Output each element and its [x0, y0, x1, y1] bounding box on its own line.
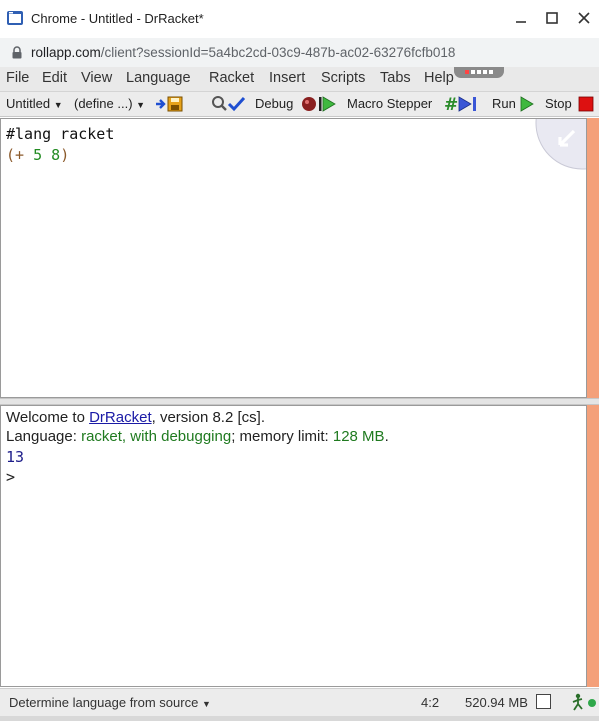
running-status-icon [572, 693, 596, 711]
save-icon[interactable] [155, 96, 185, 112]
svg-text:#: # [444, 95, 458, 113]
menu-tabs[interactable]: Tabs [380, 70, 411, 86]
chevron-down-icon: ▼ [53, 100, 63, 110]
interactions-scrollbar[interactable] [587, 405, 599, 687]
code-number: 8 [51, 146, 61, 164]
define-dropdown-label: (define ...) [74, 96, 133, 111]
language-prefix: Language: [6, 428, 82, 445]
macro-stepper-icon[interactable]: # [444, 95, 482, 113]
lock-icon [12, 46, 22, 59]
stop-icon[interactable] [578, 96, 594, 112]
gc-checkbox[interactable] [536, 694, 551, 709]
rollapp-panel-handle[interactable] [454, 67, 504, 78]
memory-limit-value: 128 MB [332, 428, 385, 445]
debug-icon[interactable] [301, 95, 337, 113]
language-name: racket, with debugging [81, 428, 232, 445]
menubar: File Edit View Language Racket Insert Sc… [0, 67, 599, 92]
window-title: Chrome - Untitled - DrRacket* [31, 11, 204, 26]
address-bar[interactable]: rollapp.com/client?sessionId=5a4bc2cd-03… [0, 38, 599, 68]
taskbar-edge [0, 716, 599, 721]
code-line-1: #lang racket [6, 125, 115, 143]
code-close-paren: ) [60, 146, 70, 164]
define-dropdown[interactable]: (define ...) ▼ [74, 96, 145, 111]
menu-insert[interactable]: Insert [269, 70, 305, 86]
chrome-app-icon [7, 11, 23, 25]
menu-help[interactable]: Help [424, 70, 454, 86]
toolbar: Untitled ▼ (define ...) ▼ Debug Macro St… [0, 92, 599, 117]
language-selector[interactable]: Determine language from source ▼ [9, 695, 211, 710]
drracket-link[interactable]: DrRacket [89, 409, 152, 426]
chevron-down-icon: ▼ [201, 699, 211, 709]
language-info: Language: racket, with debugging; memory… [6, 428, 389, 445]
close-icon[interactable] [575, 9, 593, 27]
run-button[interactable]: Run [492, 96, 516, 111]
definitions-scrollbar[interactable] [587, 118, 599, 398]
chevron-down-icon: ▼ [136, 100, 146, 110]
status-bar: Determine language from source ▼ 4:2 520… [0, 688, 599, 717]
window-titlebar: Chrome - Untitled - DrRacket* [0, 0, 599, 38]
welcome-suffix: , version 8.2 [cs]. [151, 409, 265, 426]
run-icon[interactable] [519, 95, 535, 113]
maximize-icon[interactable] [543, 9, 561, 27]
magnifier-corner-icon[interactable] [534, 119, 586, 171]
welcome-prefix: Welcome to [6, 409, 90, 426]
interactions-pane[interactable]: Welcome to DrRacket, version 8.2 [cs]. L… [0, 405, 587, 687]
menu-language[interactable]: Language [126, 70, 191, 86]
macro-stepper-button[interactable]: Macro Stepper [347, 96, 432, 111]
welcome-message: Welcome to DrRacket, version 8.2 [cs]. [6, 409, 265, 426]
menu-edit[interactable]: Edit [42, 70, 67, 86]
code-number: 5 [33, 146, 43, 164]
file-dropdown-label: Untitled [6, 96, 51, 111]
cursor-position: 4:2 [421, 695, 440, 710]
memory-limit-prefix: ; memory limit: [231, 428, 333, 445]
url-text[interactable]: rollapp.com/client?sessionId=5a4bc2cd-03… [31, 45, 455, 60]
stop-button[interactable]: Stop [545, 96, 572, 111]
url-host: rollapp.com [31, 45, 101, 60]
code-line-2: (+ 5 8) [6, 146, 69, 164]
minimize-icon[interactable] [512, 9, 530, 27]
menu-scripts[interactable]: Scripts [321, 70, 365, 86]
menu-view[interactable]: View [81, 70, 112, 86]
pane-splitter[interactable] [0, 398, 599, 405]
file-dropdown[interactable]: Untitled ▼ [6, 96, 63, 111]
memory-limit-suffix: . [384, 428, 389, 445]
eval-result: 13 [6, 448, 25, 466]
menu-file[interactable]: File [6, 70, 29, 86]
check-syntax-icon[interactable] [211, 95, 245, 113]
debug-button[interactable]: Debug [255, 96, 293, 111]
url-path: /client?sessionId=5a4bc2cd-03c9-487b-ac0… [100, 45, 456, 60]
repl-prompt[interactable]: > [6, 468, 15, 486]
definitions-editor[interactable]: #lang racket (+ 5 8) [0, 118, 587, 398]
code-open-paren: (+ [6, 146, 34, 164]
language-selector-label: Determine language from source [9, 695, 199, 710]
menu-racket[interactable]: Racket [209, 70, 254, 86]
memory-usage[interactable]: 520.94 MB [465, 695, 528, 710]
